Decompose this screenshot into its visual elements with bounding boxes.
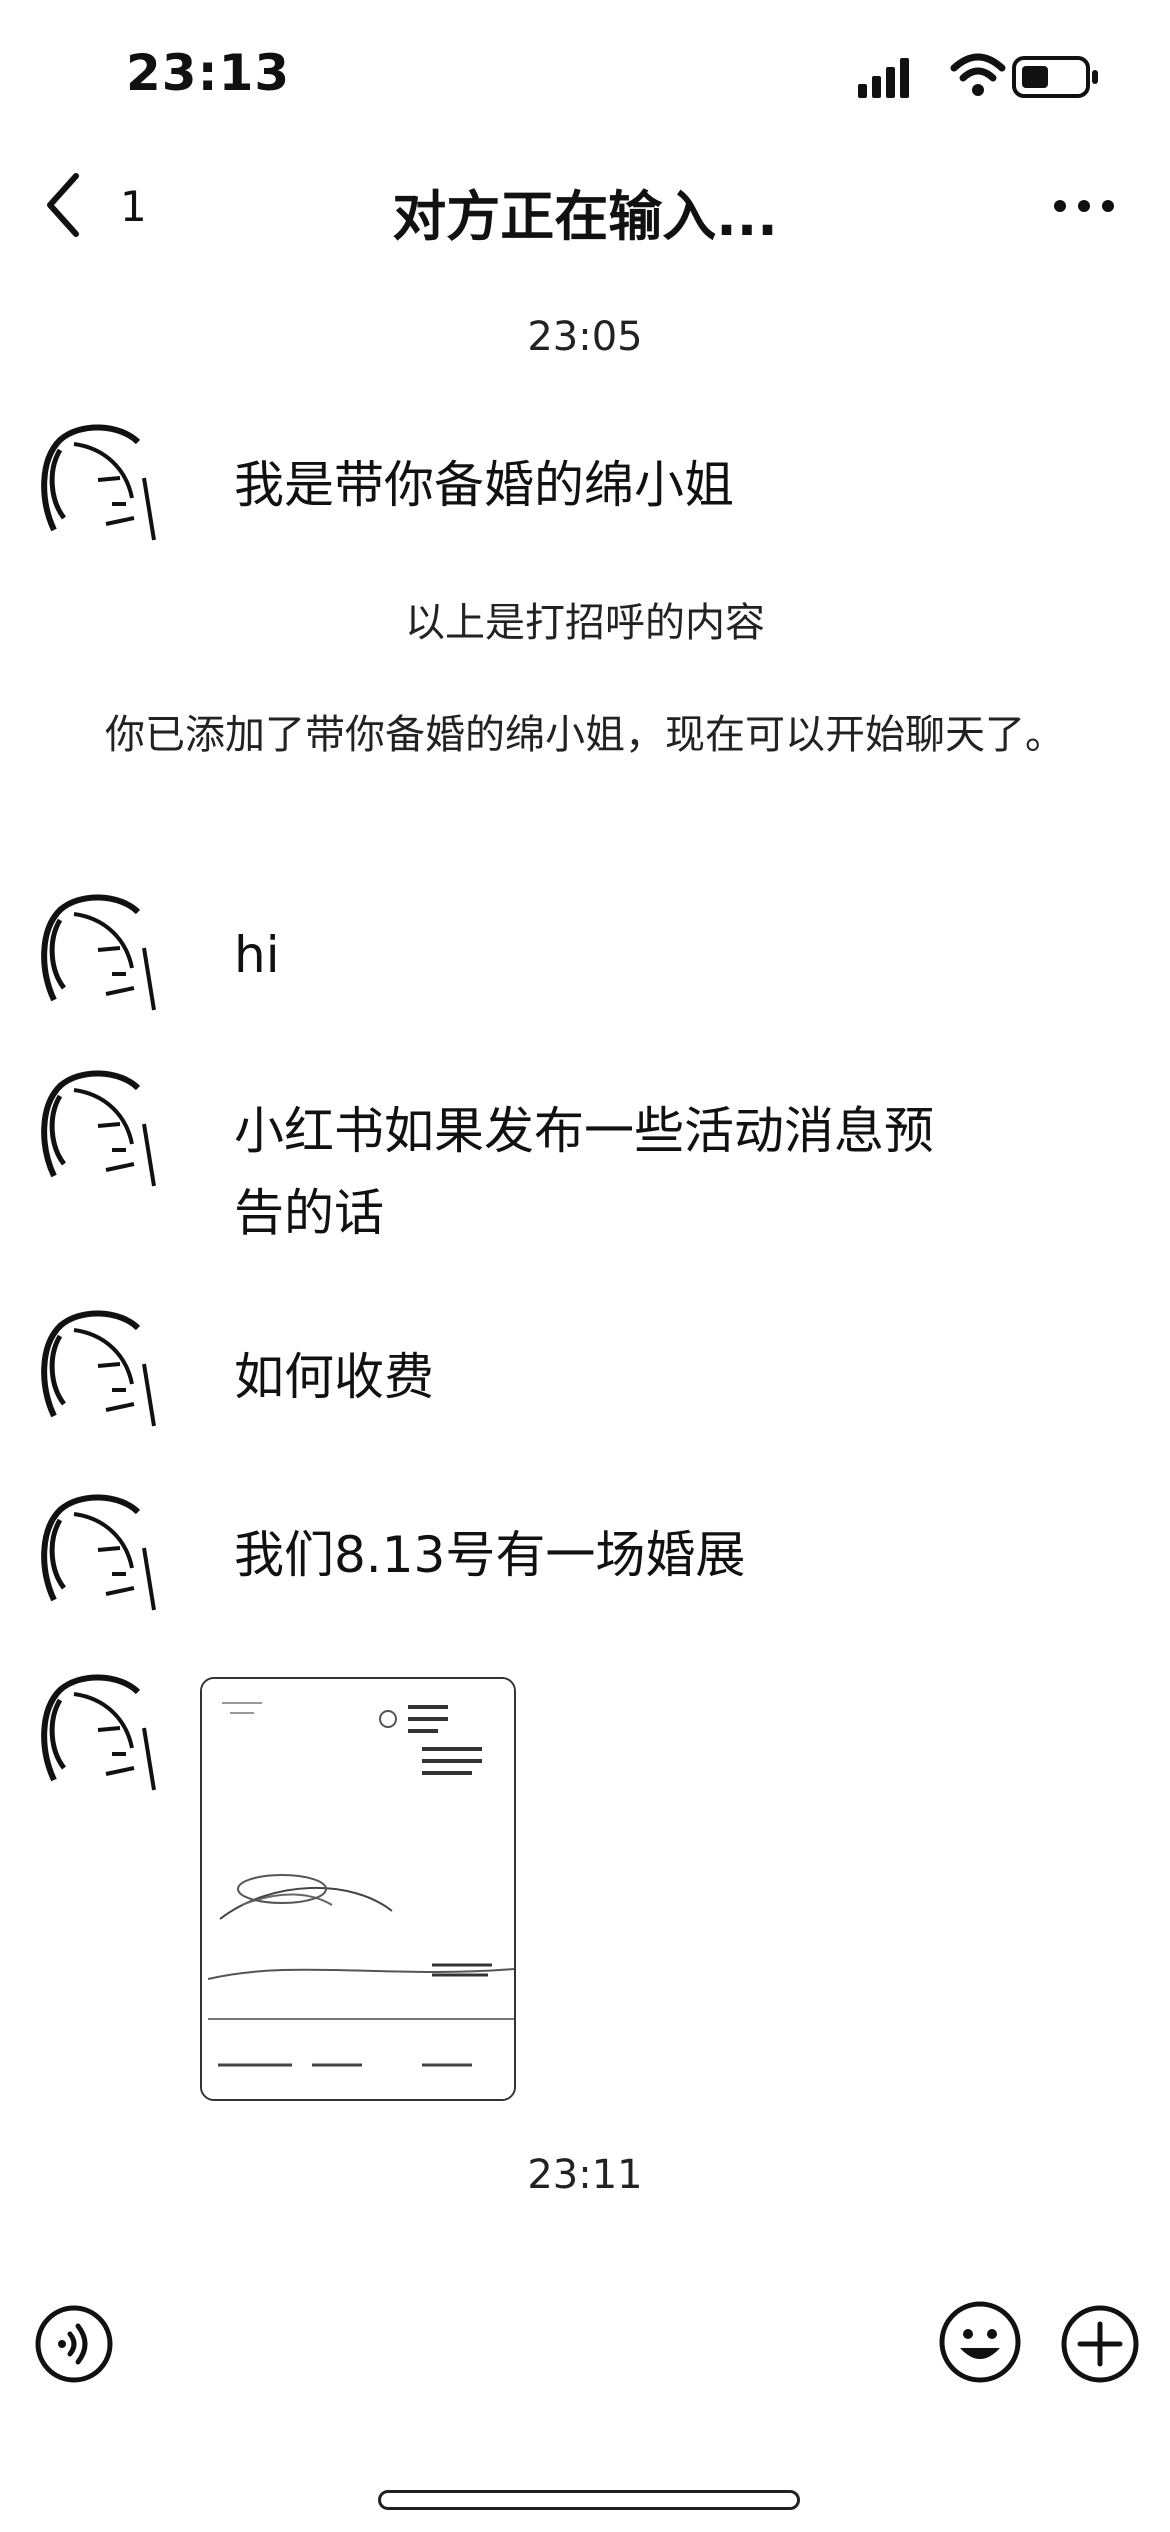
back-count[interactable]: 1 [120,182,147,231]
voice-icon[interactable] [34,2304,114,2384]
plus-icon[interactable] [1060,2304,1140,2384]
message-text: hi [234,926,280,984]
home-indicator [378,2490,800,2510]
poster-image [202,1679,514,2099]
chat-title: 对方正在输入... [392,185,778,248]
avatar[interactable] [34,890,160,1016]
battery-icon [1012,56,1098,98]
avatar[interactable] [34,1670,160,1796]
message-text: 我们8.13号有一场婚展 [234,1526,746,1584]
avatar[interactable] [34,1306,160,1432]
greeting-note: 以上是打招呼的内容 [405,600,765,646]
avatar[interactable] [34,1490,160,1616]
avatar[interactable] [34,1066,160,1192]
message-text: 小红书如果发布一些活动消息预告的话 [234,1102,934,1242]
more-icon[interactable] [1052,190,1116,222]
chevron-left-icon[interactable] [40,170,86,240]
status-time: 23:13 [126,44,291,102]
message-text: 如何收费 [234,1348,434,1406]
signal-icon [858,58,909,98]
emoji-icon[interactable] [938,2300,1022,2384]
message-text: 我是带你备婚的绵小姐 [234,456,734,514]
wifi-icon [950,53,1006,96]
added-note: 你已添加了带你备婚的绵小姐，现在可以开始聊天了。 [105,712,1065,758]
image-message[interactable] [200,1677,516,2101]
timestamp: 23:11 [527,2152,643,2198]
timestamp: 23:05 [527,314,643,360]
avatar[interactable] [34,420,160,546]
